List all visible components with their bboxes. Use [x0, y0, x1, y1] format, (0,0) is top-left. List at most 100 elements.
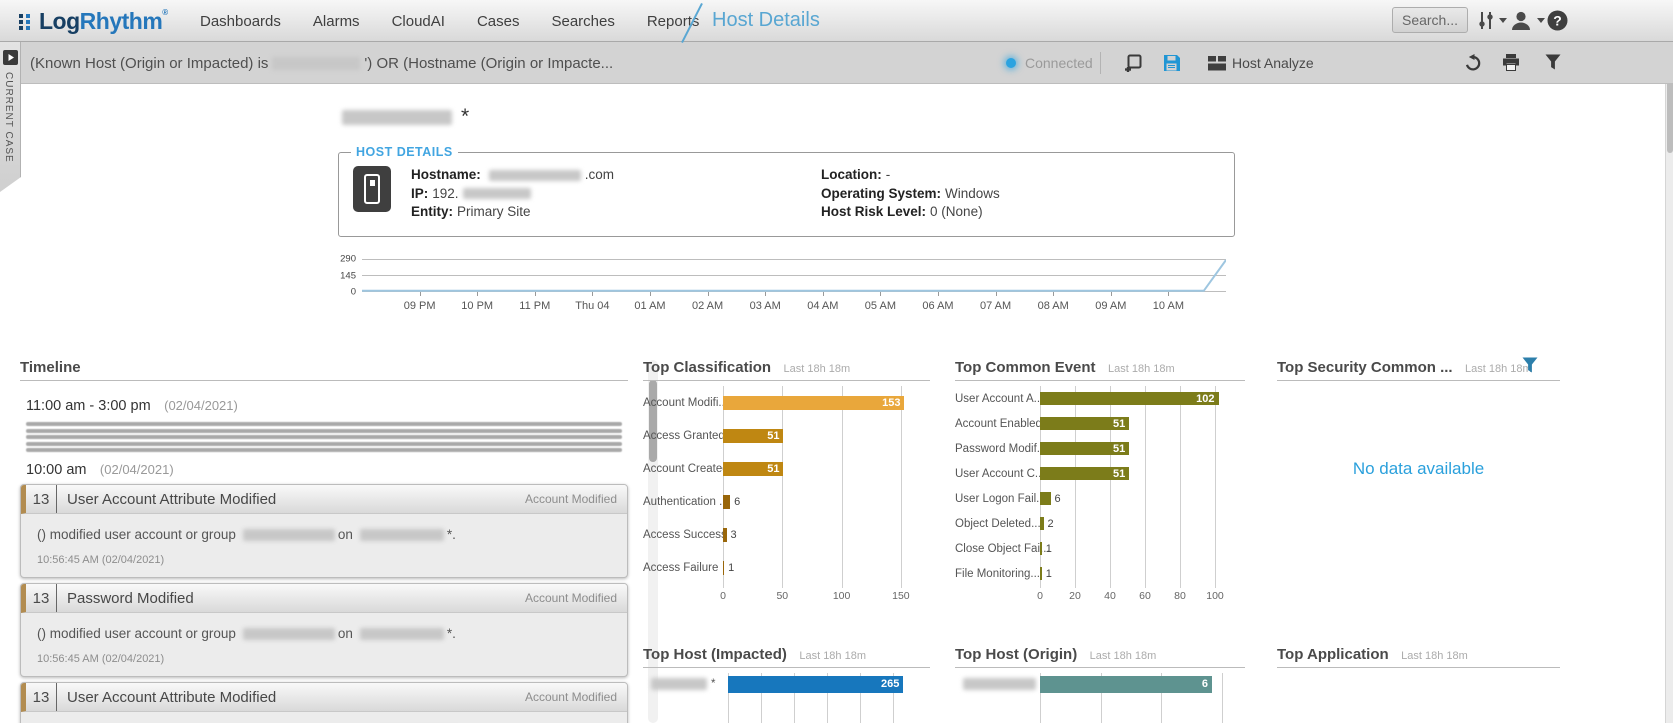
logrhythm-logo[interactable]: LogRhythm® — [18, 8, 168, 35]
group-time: 11:00 am - 3:00 pm — [26, 398, 151, 414]
event-card[interactable]: 13 User Account Attribute Modified Accou… — [20, 484, 628, 578]
top-host-impacted-panel: Top Host (Impacted) Last 18h 18m *265 — [643, 639, 930, 723]
user-menu-icon[interactable] — [1510, 11, 1532, 30]
connection-status: Connected — [1006, 42, 1093, 84]
nav-item-alarms[interactable]: Alarms — [313, 13, 360, 30]
redacted-text — [342, 110, 452, 125]
event-card[interactable]: 13 User Account Attribute Modified Accou… — [20, 682, 628, 723]
event-title: User Account Attribute Modified — [67, 689, 276, 706]
search-filter-bar: (Known Host (Origin or Impacted) is ') O… — [0, 42, 1673, 84]
panel-filter-funnel-icon[interactable] — [1522, 357, 1538, 373]
connected-status-dot — [1006, 58, 1016, 68]
add-to-case-icon[interactable] — [1124, 54, 1142, 72]
risk-label: Host Risk Level: — [821, 204, 926, 219]
event-title: User Account Attribute Modified — [67, 491, 276, 508]
panel-subtitle: Last 18h 18m — [1090, 650, 1157, 662]
chart-bar-row: 102 — [1040, 386, 1222, 411]
chart-bar[interactable]: 51 — [1040, 442, 1129, 455]
chart-bar-row: 1 — [1040, 536, 1222, 561]
location-label: Location: — [821, 167, 882, 182]
entity-row: Entity:Primary Site — [411, 203, 821, 222]
bar-value-label: 51 — [1113, 443, 1129, 455]
redacted-event-row — [26, 442, 622, 446]
chart-bar[interactable]: 6 — [1040, 676, 1212, 693]
nav-item-dashboards[interactable]: Dashboards — [200, 13, 281, 30]
chart-bar[interactable] — [1040, 492, 1051, 505]
chevron-down-icon[interactable] — [1537, 18, 1545, 23]
host-details-legend: HOST DETAILS — [351, 145, 458, 159]
event-card-header: 13 User Account Attribute Modified Accou… — [21, 683, 627, 712]
page-scrollbar[interactable] — [1665, 42, 1673, 723]
chart-bar[interactable]: 153 — [723, 396, 904, 410]
event-timestamp: 10:56:45 AM (02/04/2021) — [21, 641, 627, 676]
panel-title: Top Application — [1277, 646, 1389, 663]
axis-tick-label: 0 — [720, 590, 726, 602]
top-common-event-chart: User Account A...Account EnabledPassword… — [955, 386, 1245, 604]
axis-tick-label: 100 — [833, 590, 851, 602]
panel-title: Top Classification — [643, 359, 771, 376]
search-button[interactable]: Search... — [1392, 7, 1468, 33]
panel-header: Top Classification Last 18h 18m — [643, 352, 930, 381]
filter-funnel-icon[interactable] — [1545, 54, 1561, 70]
host-details-box: HOST DETAILS Hostname:.com IP:192. Entit… — [338, 152, 1235, 237]
chart-bar[interactable] — [723, 528, 727, 542]
chart-bar[interactable]: 51 — [1040, 467, 1129, 480]
save-search-icon[interactable] — [1163, 54, 1181, 72]
host-activity-sparkline — [362, 259, 1226, 292]
help-icon[interactable]: ? — [1547, 10, 1568, 31]
top-application-panel: Top Application Last 18h 18m — [1277, 639, 1560, 668]
current-case-tab[interactable]: CURRENT CASE — [0, 42, 21, 192]
chart-bar[interactable]: 51 — [723, 462, 783, 476]
y-tick-label: 0 — [351, 287, 356, 298]
filter-query-prefix: (Known Host (Origin or Impacted) is — [30, 55, 268, 72]
x-tick-label: 02 AM — [692, 300, 723, 312]
chart-bar[interactable]: 102 — [1040, 392, 1219, 405]
tick-mark — [650, 292, 651, 296]
event-card[interactable]: 13 Password Modified Account Modified ()… — [20, 583, 628, 677]
event-title: Password Modified — [67, 590, 194, 607]
top-classification-panel: Top Classification Last 18h 18m Account … — [643, 352, 930, 604]
undo-icon[interactable] — [1464, 54, 1482, 71]
filter-query[interactable]: (Known Host (Origin or Impacted) is ') O… — [30, 42, 613, 84]
event-classification: Account Modified — [525, 591, 617, 605]
chart-bar[interactable] — [1040, 542, 1042, 555]
bar-value-label: 51 — [767, 430, 783, 442]
bar-value-label: 51 — [767, 463, 783, 475]
chevron-down-icon[interactable] — [1499, 18, 1507, 23]
preferences-sliders-icon[interactable] — [1478, 11, 1494, 30]
chart-category-label: User Account A... — [955, 386, 1040, 411]
chart-category-label: Account Modifi... — [643, 386, 723, 419]
chart-bar[interactable] — [723, 561, 724, 575]
chart-bar[interactable] — [1040, 567, 1042, 580]
chart-category-label: Access Failure — [643, 551, 723, 584]
nav-item-cloudai[interactable]: CloudAI — [392, 13, 445, 30]
redacted-text — [243, 628, 335, 640]
chart-bar[interactable]: 265 — [728, 676, 903, 693]
chart-bar[interactable]: 51 — [1040, 417, 1129, 430]
chart-bar[interactable]: 51 — [723, 429, 783, 443]
page-title: Host Details — [712, 9, 820, 32]
chart-bar-row: 51 — [723, 419, 908, 452]
redacted-event-rows — [26, 422, 622, 452]
expand-play-icon[interactable] — [3, 50, 18, 65]
entity-value: Primary Site — [457, 204, 531, 219]
ip-row: IP:192. — [411, 185, 821, 204]
group-date: (02/04/2021) — [100, 462, 174, 477]
chart-category-label: Access Granted — [643, 419, 723, 452]
host-analyze-grid-icon[interactable] — [1208, 56, 1226, 71]
print-icon[interactable] — [1502, 54, 1520, 71]
x-tick-label: 09 AM — [1095, 300, 1126, 312]
location-row: Location:- — [821, 166, 1000, 185]
host-analyze-button[interactable]: Host Analyze — [1232, 55, 1314, 71]
tick-mark — [823, 292, 824, 296]
chart-bar[interactable] — [723, 495, 730, 509]
panel-subtitle: Last 18h 18m — [1108, 363, 1175, 375]
redacted-text — [651, 678, 707, 690]
nav-item-cases[interactable]: Cases — [477, 13, 520, 30]
nav-item-searches[interactable]: Searches — [551, 13, 614, 30]
chart-bar-row: 6 — [723, 485, 908, 518]
group-date: (02/04/2021) — [164, 398, 238, 413]
svg-text:?: ? — [1553, 13, 1562, 29]
chart-bar[interactable] — [1040, 517, 1044, 530]
panel-title: Top Host (Origin) — [955, 646, 1077, 663]
